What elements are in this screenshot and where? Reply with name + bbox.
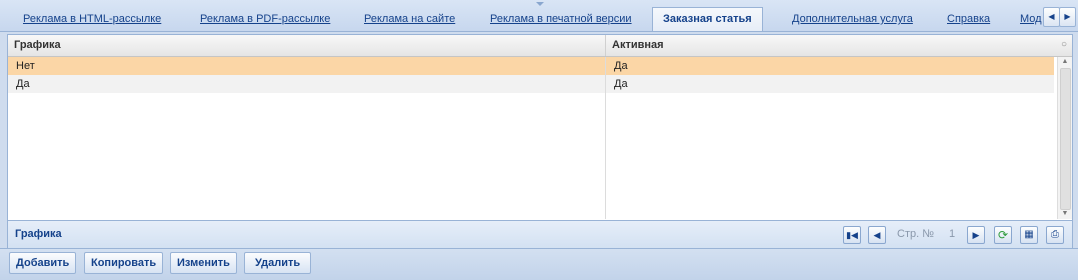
edit-button[interactable]: Изменить [170,252,237,274]
column-header-graphics[interactable]: Графика [8,35,606,56]
next-page-icon[interactable]: ▶ [967,226,985,244]
scroll-up-icon[interactable]: ▲ [1058,57,1072,67]
print-icon[interactable]: ⎙ [1046,226,1064,244]
scroll-left-icon[interactable]: ◀ [1043,7,1060,27]
tab-drop-indicator [536,2,544,6]
tab-overflow-partial[interactable]: Мод [1020,12,1042,26]
prev-page-icon[interactable]: ◀ [868,226,886,244]
copy-button[interactable]: Копировать [84,252,164,274]
refresh-icon[interactable]: ⟳ [994,226,1012,244]
delete-button[interactable]: Удалить [244,252,312,274]
cell-graphics: Да [16,78,30,90]
scrollbar-thumb[interactable] [1060,68,1071,210]
scroll-right-icon[interactable]: ▶ [1059,7,1076,27]
save-icon[interactable]: ▦ [1020,226,1038,244]
page-label: Стр. № [897,228,935,240]
scroll-down-icon[interactable]: ▼ [1058,209,1072,219]
footer-title: Графика [15,228,62,240]
table-row[interactable]: Нет Да [8,57,1054,75]
tab-custom-article[interactable]: Заказная статья [652,7,763,31]
tab-print-ads[interactable]: Реклама в печатной версии [490,12,632,26]
data-grid: Графика Активная ○ Нет Да Да Да ▲ ▼ Граф… [7,34,1073,248]
first-page-icon[interactable]: ▮◀ [843,226,861,244]
column-divider [605,57,606,219]
cell-active: Да [614,60,628,72]
action-toolbar: Добавить Копировать Изменить Удалить [0,248,1078,280]
tab-reference[interactable]: Справка [947,12,990,26]
tab-website-ads[interactable]: Реклама на сайте [364,12,455,26]
grid-footer: Графика ▮◀ ◀ Стр. № 1 ▶ ⟳ ▦ ⎙ [8,220,1072,248]
tab-html-mailing-ads[interactable]: Реклама в HTML-рассылке [23,12,161,26]
cell-active: Да [614,78,628,90]
page-number[interactable]: 1 [949,221,955,248]
grid-header: Графика Активная ○ [8,35,1072,57]
grid-body: Нет Да Да Да [8,57,1054,219]
tab-pdf-mailing-ads[interactable]: Реклама в PDF-рассылке [200,12,330,26]
vertical-scrollbar[interactable]: ▲ ▼ [1057,57,1072,219]
cell-graphics: Нет [16,60,35,72]
add-button[interactable]: Добавить [9,252,77,274]
column-header-active[interactable]: Активная [606,35,1054,56]
tab-bar: Реклама в HTML-рассылке Реклама в PDF-ра… [0,0,1078,32]
table-row[interactable]: Да Да [8,75,1054,93]
column-menu-icon[interactable]: ○ [1057,38,1071,52]
tab-additional-service[interactable]: Дополнительная услуга [792,12,913,26]
